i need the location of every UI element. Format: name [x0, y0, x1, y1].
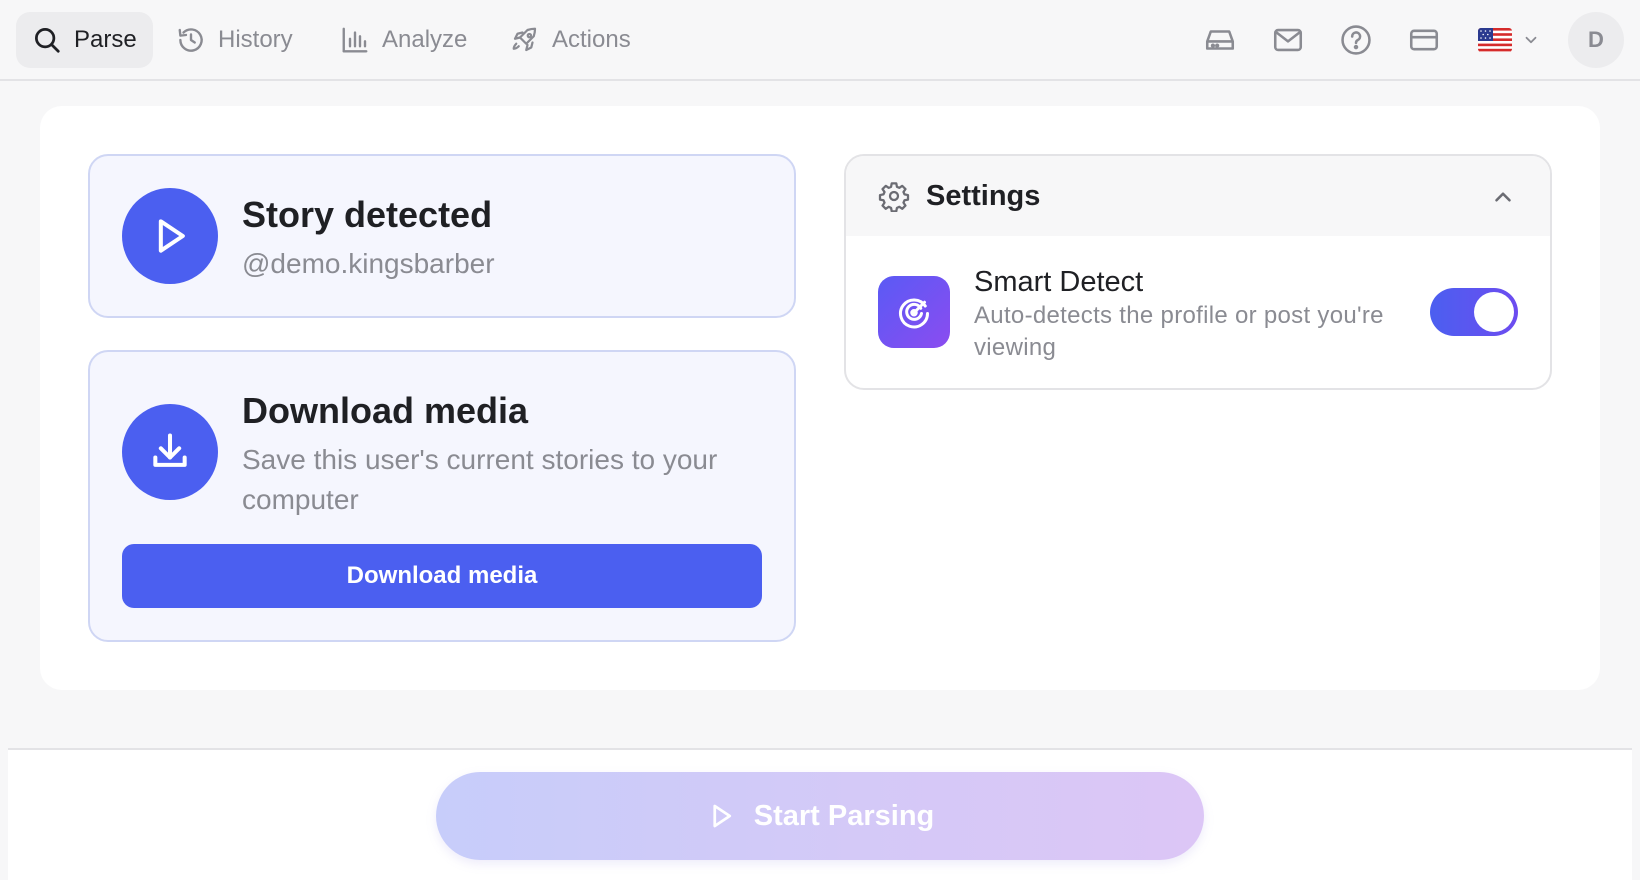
- story-title: Story detected: [242, 194, 493, 235]
- mail-icon: [1273, 28, 1303, 52]
- toggle-knob: [1474, 292, 1514, 332]
- card-icon: [1409, 29, 1439, 51]
- mail-button[interactable]: [1268, 20, 1308, 60]
- download-media-card: Download media Save this user's current …: [88, 350, 796, 642]
- download-description: Save this user's current stories to your…: [242, 444, 718, 515]
- story-username: @demo.kingsbarber: [242, 248, 495, 279]
- help-button[interactable]: [1336, 20, 1376, 60]
- start-parsing-label: Start Parsing: [753, 799, 935, 832]
- tab-parse[interactable]: Parse: [16, 12, 153, 68]
- tab-history-label: History: [218, 26, 293, 53]
- story-icon-circle: [122, 188, 218, 284]
- smart-detect-toggle[interactable]: [1430, 288, 1518, 336]
- smart-detect-description: Auto-detects the profile or post you're …: [974, 302, 1384, 361]
- radar-icon: [899, 298, 929, 329]
- us-flag-icon: [1478, 28, 1512, 52]
- play-icon: [713, 804, 731, 828]
- help-icon: [1341, 25, 1371, 55]
- play-icon: [158, 219, 185, 253]
- gear-icon: [878, 182, 910, 212]
- inbox-icon: [1205, 30, 1235, 50]
- tab-parse-label: Parse: [74, 26, 137, 53]
- avatar[interactable]: D: [1568, 12, 1624, 68]
- language-selector[interactable]: [1478, 20, 1540, 60]
- tab-analyze-label: Analyze: [382, 26, 468, 53]
- billing-button[interactable]: [1404, 20, 1444, 60]
- story-detected-card: Story detected @demo.kingsbarber: [88, 154, 796, 318]
- avatar-initial: D: [1588, 27, 1604, 52]
- smart-detect-title: Smart Detect: [974, 266, 1144, 298]
- chevron-up-icon[interactable]: [1490, 184, 1516, 210]
- smart-detect-icon-tile: [878, 276, 950, 348]
- bar-chart-icon: [342, 27, 368, 53]
- download-icon-circle: [122, 404, 218, 500]
- download-icon: [153, 433, 187, 467]
- tab-analyze[interactable]: Analyze: [324, 12, 483, 68]
- tab-history[interactable]: History: [160, 12, 309, 68]
- main-panel: Story detected @demo.kingsbarber Downloa…: [40, 106, 1600, 690]
- footer-bar: Start Parsing: [8, 748, 1632, 880]
- settings-header[interactable]: Settings: [846, 156, 1550, 236]
- settings-title: Settings: [926, 180, 1041, 212]
- tab-actions-label: Actions: [552, 26, 631, 53]
- history-icon: [178, 28, 203, 52]
- tab-actions[interactable]: Actions: [494, 12, 647, 68]
- top-nav: Parse History Analyze Actions D: [0, 0, 1640, 81]
- download-media-button[interactable]: Download media: [122, 544, 762, 608]
- chevron-down-icon: [1525, 36, 1537, 44]
- search-icon: [35, 28, 60, 53]
- inbox-button[interactable]: [1200, 20, 1240, 60]
- start-parsing-button[interactable]: Start Parsing: [436, 772, 1204, 860]
- settings-panel: Settings Smart Detect Auto-detects the p…: [844, 154, 1552, 390]
- rocket-icon: [512, 27, 537, 52]
- download-title: Download media: [242, 390, 529, 431]
